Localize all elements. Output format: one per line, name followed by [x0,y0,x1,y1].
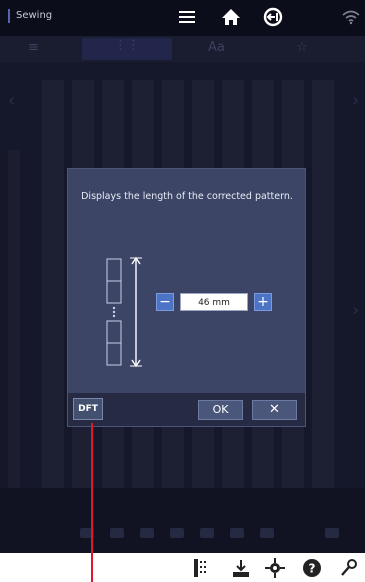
help-icon[interactable]: ? [301,557,323,579]
bottom-toolbar: ? [0,553,365,582]
bg-font-tab-icon: Aa [208,40,225,55]
bg-stitch-tab-icon: ≡ [28,40,39,55]
machine-screen: Sewing ≡ ⋮⋮ Aa ☆ ‹ › › Displays the leng… [0,0,365,553]
background-tabs: ≡ ⋮⋮ Aa ☆ [0,36,365,62]
dft-button[interactable]: DFT [73,398,103,420]
bg-bottom-toolbar [80,528,340,542]
stitch-pattern-icon[interactable] [190,557,212,579]
bg-chevron-right-lower-icon: › [352,300,360,321]
callout-pointer-line [91,423,93,582]
length-stepper: − 46 mm + [156,292,276,312]
bg-side-strip [8,150,20,530]
settings-icon[interactable] [264,557,286,579]
bg-chevron-left-icon: ‹ [8,90,16,111]
menu-icon[interactable] [176,6,198,28]
tools-icon[interactable] [338,557,360,579]
dialog-footer: DFT OK ✕ [68,393,305,426]
exit-icon[interactable] [262,6,284,28]
wifi-icon [340,6,362,28]
svg-text:?: ? [309,562,316,576]
bg-chevron-right-icon: › [352,90,360,111]
bg-favorites-tab-icon: ☆ [296,40,308,55]
bg-bottom-panel [0,488,365,553]
help-dialog: Displays the length of the corrected pat… [67,168,306,427]
ok-button[interactable]: OK [198,400,243,420]
import-icon[interactable] [230,557,252,579]
home-icon[interactable] [220,6,242,28]
app-title: Sewing [8,9,52,23]
dialog-description: Displays the length of the corrected pat… [81,191,293,202]
decrease-button[interactable]: − [156,293,174,311]
increase-button[interactable]: + [254,293,272,311]
close-button[interactable]: ✕ [252,400,297,420]
pattern-length-diagram [106,257,142,367]
pattern-length-value: 46 mm [180,293,248,311]
top-bar: Sewing [0,0,365,36]
bg-pattern-tab-icon: ⋮⋮ [82,38,172,60]
